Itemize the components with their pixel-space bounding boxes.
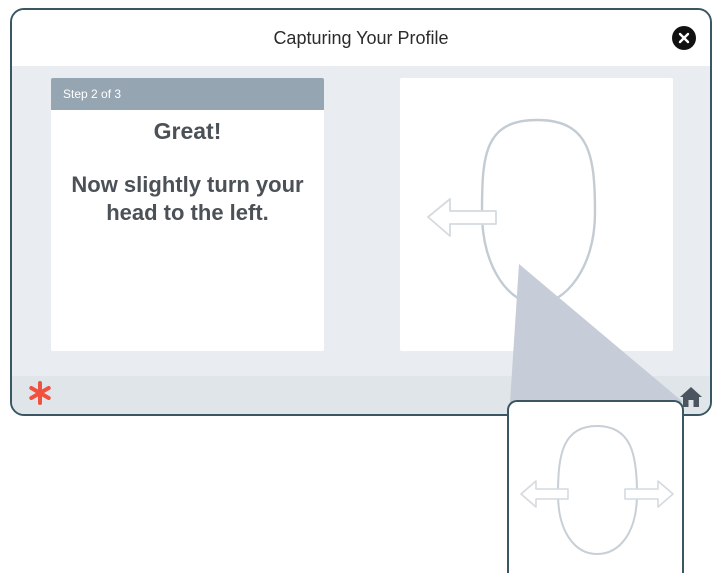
card-heading: Great! bbox=[153, 118, 222, 144]
capture-profile-modal: Capturing Your Profile Step 2 of 3 Great… bbox=[10, 8, 712, 416]
step-indicator: Step 2 of 3 bbox=[51, 78, 324, 110]
zoom-illustration bbox=[520, 424, 674, 556]
head-illustration bbox=[427, 118, 597, 306]
head-illustration-card bbox=[400, 78, 673, 351]
modal-header: Capturing Your Profile bbox=[12, 10, 710, 66]
asterisk-logo-icon bbox=[29, 381, 51, 405]
arrow-left-icon bbox=[520, 480, 569, 508]
zoom-detail-box bbox=[507, 400, 684, 573]
arrow-right-icon bbox=[624, 480, 674, 508]
arrow-left-icon bbox=[427, 198, 497, 237]
modal-title: Capturing Your Profile bbox=[273, 27, 449, 48]
stage: Capturing Your Profile Step 2 of 3 Great… bbox=[0, 0, 724, 573]
close-button[interactable] bbox=[672, 26, 696, 50]
instruction-card: Step 2 of 3 Great! Now slightly turn you… bbox=[51, 78, 324, 351]
close-icon bbox=[678, 32, 690, 44]
card-instruction: Now slightly turn your head to the left. bbox=[71, 172, 304, 225]
head-outline-icon bbox=[480, 118, 597, 306]
